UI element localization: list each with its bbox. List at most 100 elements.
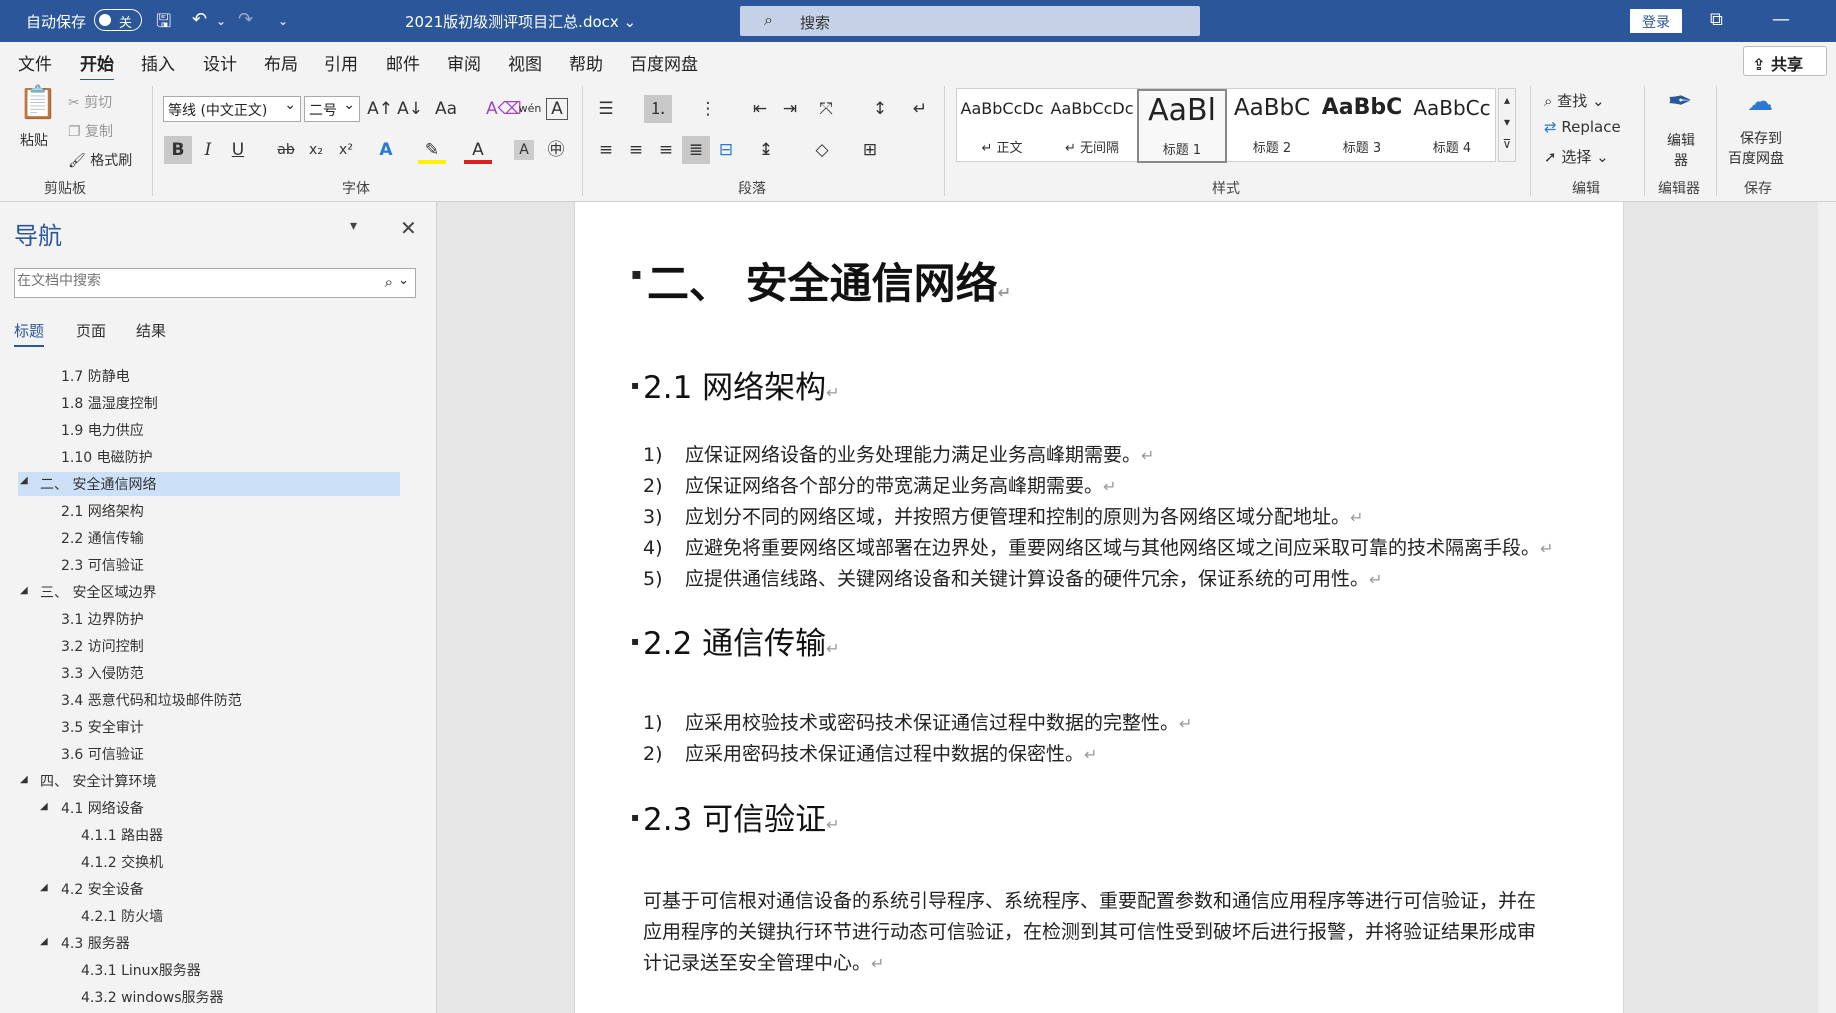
tree-item[interactable]: 2.3 可信验证 [61,555,144,579]
login-button[interactable]: 登录 [1630,9,1682,33]
tree-item[interactable]: 1.9 电力供应 [61,420,144,444]
minimize-icon[interactable]: — [1772,9,1790,30]
collapse-triangle-icon[interactable]: ◢ [20,774,28,785]
line-spacing-icon[interactable]: ↨ [752,136,780,164]
tab-references[interactable]: 引用 [324,50,358,75]
editor-button[interactable]: 编辑器 [1666,130,1696,170]
tree-item[interactable]: 3.3 入侵防范 [61,663,144,687]
tab-layout[interactable]: 布局 [264,50,298,75]
tab-baidu[interactable]: 百度网盘 [630,50,698,75]
nav-search-box[interactable]: ⌕ ⌄ [14,268,416,298]
justify-icon[interactable]: ≣ [682,136,710,164]
collapse-triangle-icon[interactable]: ◢ [20,475,28,486]
text-effects-icon[interactable]: A [372,136,400,164]
collapse-triangle-icon[interactable]: ◢ [40,936,48,947]
heading-2-2[interactable]: 2.2 通信传输↵ [643,618,840,663]
nav-tab-results[interactable]: 结果 [136,320,166,341]
list-item[interactable]: 5) 应提供通信线路、关键网络设备和关键计算设备的硬件冗余，保证系统的可用性。↵ [643,564,1382,591]
list-item[interactable]: 1) 应保证网络设备的业务处理能力满足业务高峰期需要。↵ [643,440,1154,467]
share-button[interactable]: ⇪ 共享 [1743,46,1827,76]
list-item[interactable]: 1) 应采用校验技术或密码技术保证通信过程中数据的完整性。↵ [643,708,1192,735]
font-size-combo[interactable]: 二号 [304,96,360,122]
select-button[interactable]: ➚ 选择 ⌄ [1544,146,1609,167]
nav-options-icon[interactable]: ▾ [350,218,357,234]
highlight-icon[interactable]: ✎ [418,136,446,164]
increase-indent-icon[interactable]: ⇥ [776,95,804,123]
list-item[interactable]: 4) 应避免将重要网络区域部署在边界处，重要网络区域与其他网络区域之间应采取可靠的… [643,533,1553,560]
customize-toolbar-icon[interactable]: ⌄ [278,14,288,28]
tree-item[interactable]: 4.3.2 windows服务器 [81,987,223,1010]
sort-icon[interactable]: ↕ [866,95,894,123]
shrink-font-icon[interactable]: A↓ [396,95,424,123]
strikethrough-icon[interactable]: ab [272,136,300,164]
tree-item[interactable]: 4.1.2 交换机 [81,852,163,876]
list-item[interactable]: 2) 应保证网络各个部分的带宽满足业务高峰期需要。↵ [643,471,1116,498]
nav-search-input[interactable] [17,273,367,289]
ribbon-display-icon[interactable]: ⧉ [1710,9,1723,30]
tree-item[interactable]: 2.1 网络架构 [61,501,144,525]
superscript-icon[interactable]: x² [332,136,360,164]
list-item[interactable]: 2) 应采用密码技术保证通信过程中数据的保密性。↵ [643,739,1097,766]
replace-button[interactable]: ⇄ Replace [1544,118,1621,136]
tree-item[interactable]: 3.2 访问控制 [61,636,144,660]
document-title[interactable]: 2021版初级测评项目汇总.docx ⌄ [405,11,636,32]
style-normal[interactable]: AaBbCcDc ↵ 正文 [957,89,1047,163]
style-no-spacing[interactable]: AaBbCcDc ↵ 无间隔 [1047,89,1137,163]
style-heading-4[interactable]: AaBbCc 标题 4 [1407,89,1497,163]
borders-icon[interactable]: ⊞ [856,136,884,164]
distributed-icon[interactable]: ⊟ [712,136,740,164]
editor-pen-icon[interactable]: ✒ [1660,87,1700,128]
grow-font-icon[interactable]: A↑ [366,95,394,123]
tab-review[interactable]: 审阅 [447,50,481,75]
subscript-icon[interactable]: x₂ [302,136,330,164]
nav-tab-pages[interactable]: 页面 [76,320,106,341]
search-icon[interactable]: ⌕ [385,273,393,291]
tree-item[interactable]: 2.2 通信传输 [61,528,144,552]
character-shading-icon[interactable]: A [514,140,534,160]
tab-help[interactable]: 帮助 [569,50,603,75]
save-to-baidu-line2[interactable]: 百度网盘 [1728,148,1784,168]
redo-icon[interactable]: ↷ [238,9,253,30]
align-center-icon[interactable]: ≡ [622,136,650,164]
tab-insert[interactable]: 插入 [141,50,175,75]
tab-file[interactable]: 文件 [18,50,52,75]
change-case-icon[interactable]: Aa [432,95,460,123]
heading-1[interactable]: 二、 安全通信网络↵ [647,250,1011,311]
save-icon[interactable]: 🖫 [156,9,171,39]
close-icon[interactable]: ✕ [400,216,417,240]
undo-dropdown-icon[interactable]: ⌄ [216,14,226,28]
heading-2-3[interactable]: 2.3 可信验证↵ [643,794,840,839]
style-heading-2[interactable]: AaBbC 标题 2 [1227,89,1317,163]
tab-home[interactable]: 开始 [80,50,114,82]
align-left-icon[interactable]: ≡ [592,136,620,164]
tree-item[interactable]: 4.2.1 防火墙 [81,906,163,930]
tree-item[interactable]: 4.3.1 Linux服务器 [81,960,201,984]
align-right-icon[interactable]: ≡ [652,136,680,164]
tree-item[interactable]: 4.1.1 路由器 [81,825,163,849]
multilevel-list-icon[interactable]: ⋮ [694,95,722,123]
copy-button[interactable]: ❐ 复制 [68,121,113,141]
body-paragraph[interactable]: 可基于可信根对通信设备的系统引导程序、系统程序、重要配置参数和通信应用程序等进行… [643,886,1543,979]
bullets-icon[interactable]: ☰ [592,95,620,123]
autosave-toggle[interactable]: 关 [94,9,142,31]
style-heading-3[interactable]: AaBbC 标题 3 [1317,89,1407,163]
decrease-indent-icon[interactable]: ⇤ [746,95,774,123]
tab-view[interactable]: 视图 [508,50,542,75]
tree-item[interactable]: 3.5 安全审计 [61,717,144,741]
shading-icon[interactable]: ◇ [808,136,836,164]
find-button[interactable]: ⌕ 查找 ⌄ [1544,90,1605,111]
tree-item-selected[interactable]: ◢ 二、 安全通信网络 [18,472,400,496]
document-page[interactable]: ▪ 二、 安全通信网络↵ ▪ 2.1 网络架构↵ 1) 应保证网络设备的业务处理能… [574,202,1624,1013]
clear-format-icon[interactable]: A⌫ [486,95,522,123]
heading-2-1[interactable]: 2.1 网络架构↵ [643,362,840,407]
tab-mailings[interactable]: 邮件 [386,50,420,75]
collapse-triangle-icon[interactable]: ◢ [40,801,48,812]
collapse-triangle-icon[interactable]: ◢ [20,585,28,596]
collapse-triangle-icon[interactable]: ◢ [40,882,48,893]
baidu-cloud-icon[interactable]: ☁ [1740,88,1780,128]
undo-icon[interactable]: ↶ [192,9,207,30]
search-box[interactable]: ⌕ 搜索 [740,6,1200,36]
numbering-icon[interactable]: ⒈ [644,95,672,123]
character-border-icon[interactable]: A [546,98,568,120]
tree-item[interactable]: 3.4 恶意代码和垃圾邮件防范 [61,690,242,714]
